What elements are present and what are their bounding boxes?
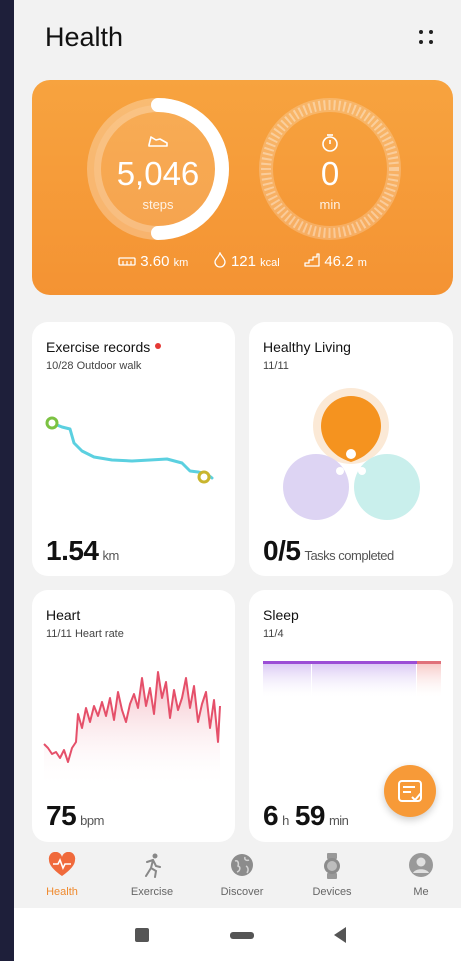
exercise-petal-icon (346, 449, 356, 459)
edit-list-icon (398, 780, 422, 802)
distance-stat: 3.60 km (118, 253, 188, 270)
back-button[interactable] (334, 927, 346, 943)
stopwatch-icon (322, 134, 338, 152)
flame-icon (214, 251, 226, 268)
route-map (45, 416, 214, 484)
card-title: Sleep (263, 607, 299, 623)
healthy-living-value: 0/5 Tasks completed (263, 535, 394, 566)
active-minutes-ring[interactable]: 0 min (256, 95, 404, 243)
tab-discover[interactable]: Discover (202, 852, 282, 898)
bottom-tab-bar: Health Exercise Discover Devices Me (14, 848, 461, 908)
distance-unit: km (173, 257, 189, 269)
tab-label: Me (413, 886, 429, 898)
calories-value: 121 (230, 253, 256, 270)
healthy-living-card[interactable]: Healthy Living 11/11 0/5 Tasks completed (249, 322, 453, 576)
edit-cards-button[interactable] (384, 765, 436, 817)
top-bar: Health (14, 0, 461, 78)
steps-value: 5,046 (116, 155, 200, 192)
calories-stat: 121 kcal (213, 251, 280, 270)
shoe-icon (148, 136, 168, 147)
tab-devices[interactable]: Devices (292, 852, 372, 898)
stairs-icon (304, 253, 320, 267)
mood-petal-icon (358, 467, 366, 475)
climb-stat: 46.2 m (304, 253, 367, 270)
avatar-icon (409, 853, 433, 877)
recents-button[interactable] (135, 928, 149, 942)
card-subtitle: 10/28 Outdoor walk (46, 360, 142, 372)
new-record-dot (155, 343, 162, 349)
exercise-value: 1.54 km (46, 535, 119, 566)
globe-icon (231, 854, 253, 876)
sleep-stages-chart (263, 661, 441, 697)
watch-icon (324, 853, 340, 879)
sleep-petal-icon (336, 467, 344, 475)
running-icon (145, 853, 161, 878)
card-subtitle: 11/4 (263, 628, 284, 640)
healthy-living-petals (283, 388, 420, 520)
tab-exercise[interactable]: Exercise (112, 852, 192, 898)
card-title: Exercise records (46, 339, 162, 355)
minutes-unit: min (319, 197, 341, 212)
heart-card[interactable]: Heart 11/11 Heart rate 75 bpm (32, 590, 235, 842)
calories-unit: kcal (260, 257, 280, 269)
sleep-duration-value: 6 h 59 min (263, 800, 349, 831)
page-title: Health (45, 22, 124, 52)
tab-label: Devices (312, 886, 352, 898)
steps-unit: steps (142, 197, 174, 212)
ruler-icon (118, 257, 136, 266)
tab-label: Discover (220, 886, 264, 898)
distance-value: 3.60 (140, 253, 170, 270)
home-button[interactable] (230, 932, 254, 939)
climb-unit: m (357, 257, 367, 269)
climb-value: 46.2 (324, 253, 354, 270)
heart-rate-value: 75 bpm (46, 800, 104, 831)
route-end-marker (197, 470, 211, 484)
route-start-marker (45, 416, 59, 430)
activity-summary-card[interactable]: 5,046 steps 0 min 3.60 km 121 kcal 46.2 … (32, 80, 453, 295)
steps-ring[interactable]: 5,046 steps (84, 95, 232, 243)
tab-me[interactable]: Me (381, 852, 461, 898)
system-nav-bar (14, 908, 461, 961)
tab-label: Exercise (130, 886, 174, 898)
tab-health[interactable]: Health (22, 851, 102, 898)
card-title: Healthy Living (263, 339, 351, 355)
heart-pulse-icon (48, 851, 76, 876)
card-title: Heart (46, 607, 81, 623)
more-menu-icon[interactable] (417, 28, 435, 46)
card-subtitle: 11/11 Heart rate (46, 628, 124, 640)
card-subtitle: 11/11 (263, 360, 289, 372)
exercise-records-card[interactable]: Exercise records 10/28 Outdoor walk 1.54… (32, 322, 235, 576)
tab-label: Health (46, 886, 78, 898)
activity-stats-row: 3.60 km 121 kcal 46.2 m (32, 251, 453, 280)
phone-screen: Health 5,046 steps 0 min 3.60 km 121 kca… (14, 0, 461, 961)
minutes-value: 0 (320, 155, 340, 192)
heart-rate-chart (43, 671, 221, 788)
